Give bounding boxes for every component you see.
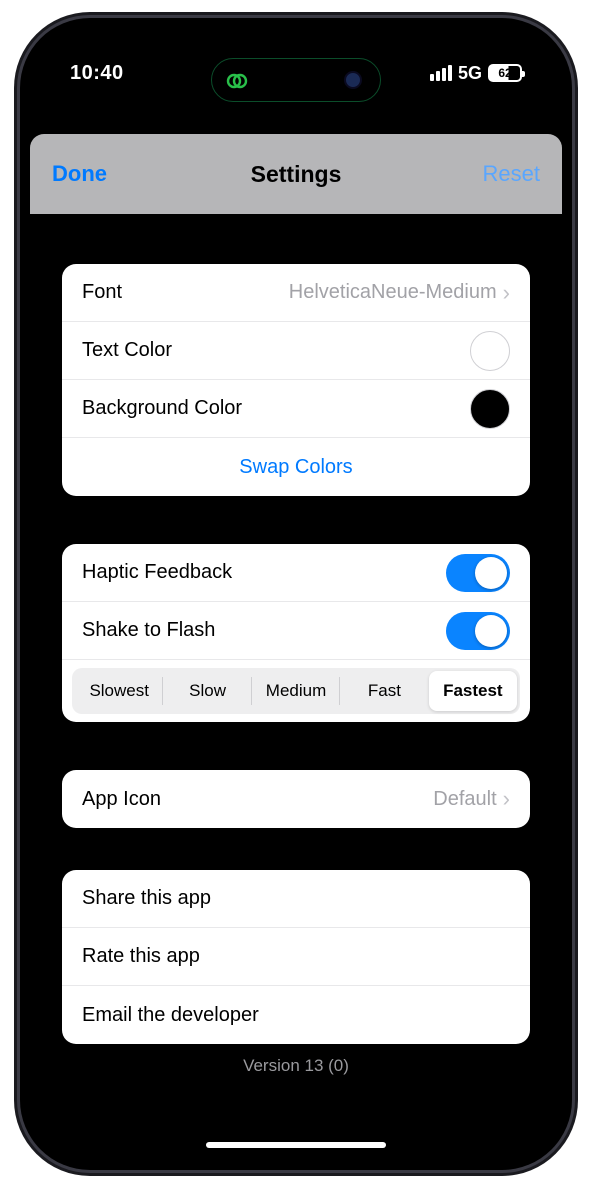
text-color-label: Text Color [82,339,470,362]
font-label: Font [82,281,289,304]
text-color-row[interactable]: Text Color [62,322,530,380]
appicon-row[interactable]: App Icon Default › [62,770,530,828]
appearance-group: Font HelveticaNeue-Medium › Text Color B… [62,264,530,496]
network-type: 5G [458,63,482,84]
rate-app-row[interactable]: Rate this app [62,928,530,986]
swap-colors-button[interactable]: Swap Colors [239,456,352,479]
appicon-group: App Icon Default › [62,770,530,828]
speed-segmented-row: Slowest Slow Medium Fast Fastest [62,660,530,722]
share-app-label: Share this app [82,887,510,910]
haptic-feedback-label: Haptic Feedback [82,561,446,584]
background-color-label: Background Color [82,397,470,420]
email-developer-row[interactable]: Email the developer [62,986,530,1044]
phone-frame: 10:40 5G 62 Done Settings Reset [20,18,572,1170]
behaviors-group: Haptic Feedback Shake to Flash Slowest S… [62,544,530,722]
haptic-feedback-toggle[interactable] [446,554,510,592]
home-indicator[interactable] [206,1142,386,1148]
seg-fastest[interactable]: Fastest [429,671,517,711]
battery-icon: 62 [488,64,522,82]
speed-segmented-control[interactable]: Slowest Slow Medium Fast Fastest [72,668,520,714]
reset-button[interactable]: Reset [483,161,540,187]
email-developer-label: Email the developer [82,1004,510,1027]
version-text: Version 13 (0) [62,1056,530,1076]
shake-to-flash-toggle[interactable] [446,612,510,650]
dynamic-island [211,58,381,102]
chevron-right-icon: › [503,786,510,812]
page-title: Settings [251,161,342,188]
appicon-value: Default [433,788,496,811]
seg-slow[interactable]: Slow [163,671,251,711]
font-row[interactable]: Font HelveticaNeue-Medium › [62,264,530,322]
shake-to-flash-label: Shake to Flash [82,619,446,642]
share-app-row[interactable]: Share this app [62,870,530,928]
links-group: Share this app Rate this app Email the d… [62,870,530,1044]
rate-app-label: Rate this app [82,945,510,968]
font-value: HelveticaNeue-Medium [289,281,497,304]
chevron-right-icon: › [503,280,510,306]
phone-screen: 10:40 5G 62 Done Settings Reset [30,28,562,1160]
appicon-label: App Icon [82,788,433,811]
personal-hotspot-icon [224,68,250,94]
swap-colors-row[interactable]: Swap Colors [62,438,530,496]
haptic-feedback-row: Haptic Feedback [62,544,530,602]
shake-to-flash-row: Shake to Flash [62,602,530,660]
settings-modal: Done Settings Reset Font HelveticaNeue-M… [30,134,562,1160]
front-camera-icon [344,71,362,89]
cellular-bars-icon [430,65,452,81]
done-button[interactable]: Done [52,161,107,187]
text-color-swatch[interactable] [470,331,510,371]
background-color-row[interactable]: Background Color [62,380,530,438]
navigation-bar: Done Settings Reset [30,134,562,214]
seg-fast[interactable]: Fast [340,671,428,711]
background-color-swatch[interactable] [470,389,510,429]
status-time: 10:40 [70,62,124,85]
seg-slowest[interactable]: Slowest [75,671,163,711]
seg-medium[interactable]: Medium [252,671,340,711]
